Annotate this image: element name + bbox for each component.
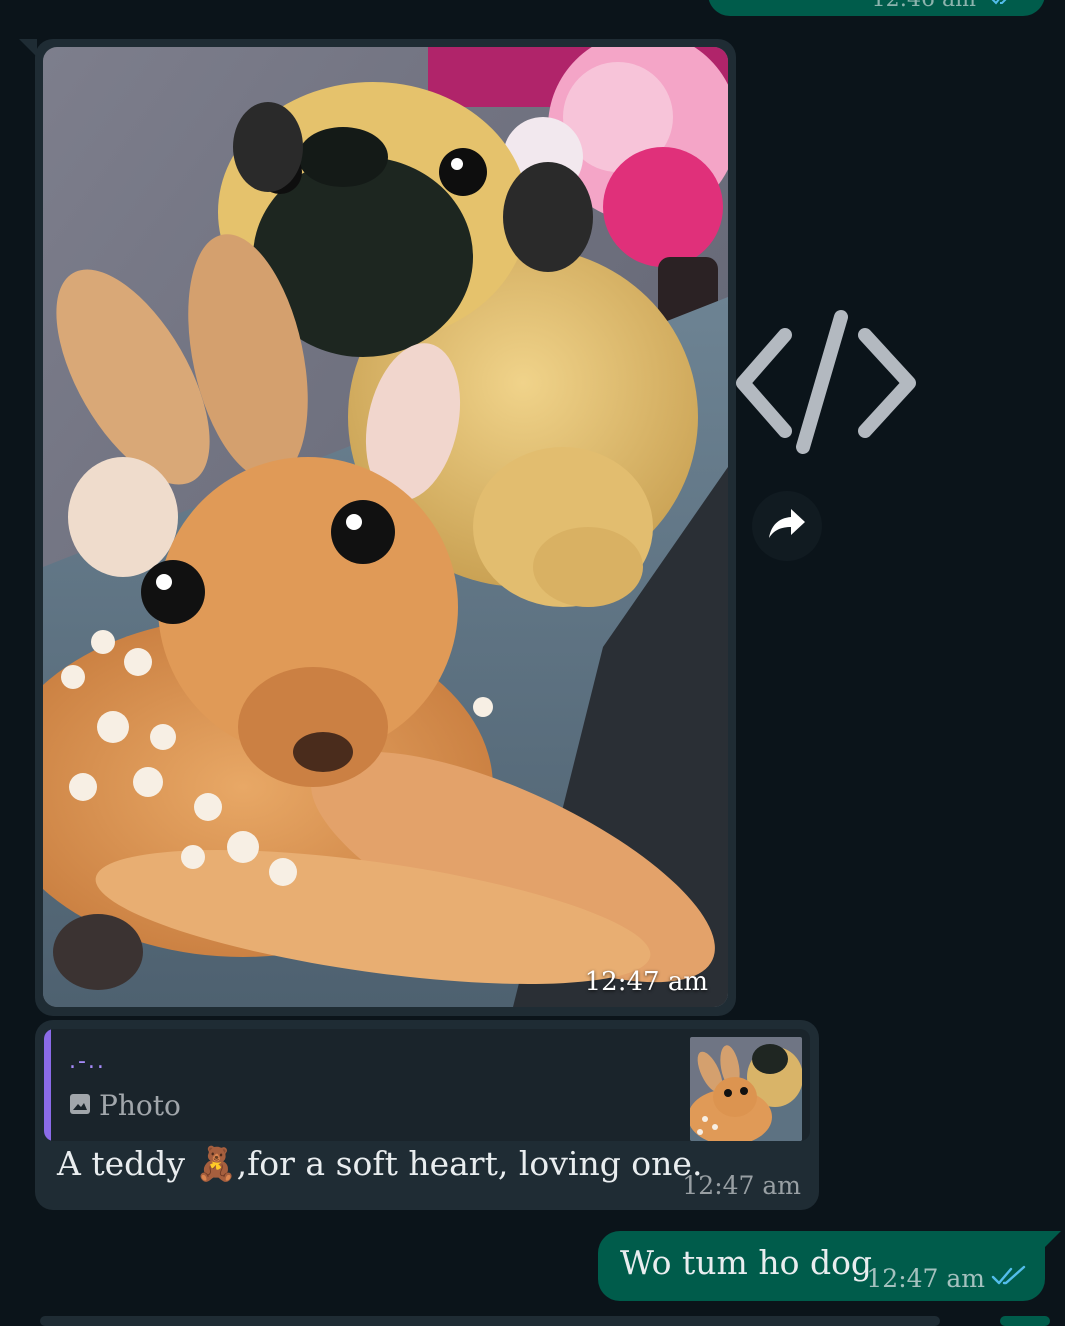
message-time: 12:47 am	[682, 1171, 801, 1200]
message-text: A teddy 🧸,for a soft heart, loving one.	[57, 1144, 703, 1183]
message-time: 12:47 am	[584, 967, 708, 997]
outgoing-message-partial[interactable]: 12:46 am	[708, 0, 1045, 16]
outgoing-message[interactable]: Wo tum ho dog 12:47 am	[598, 1231, 1061, 1301]
incoming-reply-message[interactable]: .-.. Photo A teddy 🧸,for a soft heart, l…	[35, 1020, 819, 1210]
message-photo[interactable]: 12:47 am	[43, 47, 728, 1007]
next-message-edge	[40, 1316, 940, 1326]
quoted-type-label: Photo	[99, 1089, 181, 1122]
quoted-message[interactable]: .-.. Photo	[44, 1029, 810, 1141]
double-check-icon	[991, 1264, 1027, 1293]
message-meta: 12:47 am	[866, 1264, 1027, 1293]
quoted-type: Photo	[69, 1089, 181, 1122]
incoming-image-message[interactable]: 12:47 am	[19, 39, 736, 1016]
bubble-tail	[1043, 1231, 1061, 1249]
code-icon[interactable]	[733, 305, 923, 460]
forward-button[interactable]	[752, 491, 822, 561]
message-meta: 12:46 am	[872, 0, 1017, 12]
image-icon	[69, 1089, 91, 1122]
message-time: 12:46 am	[872, 0, 976, 12]
quote-accent-bar	[44, 1029, 51, 1141]
message-text: Wo tum ho dog	[620, 1243, 873, 1282]
forward-arrow-icon	[767, 507, 807, 545]
quoted-author: .-..	[69, 1049, 106, 1074]
bubble-tail	[19, 39, 37, 57]
quoted-photo-thumbnail	[690, 1037, 802, 1141]
double-check-icon	[991, 0, 1017, 12]
plush-toys-photo	[43, 47, 728, 1007]
next-outgoing-edge	[1000, 1316, 1050, 1326]
message-time: 12:47 am	[866, 1264, 985, 1293]
